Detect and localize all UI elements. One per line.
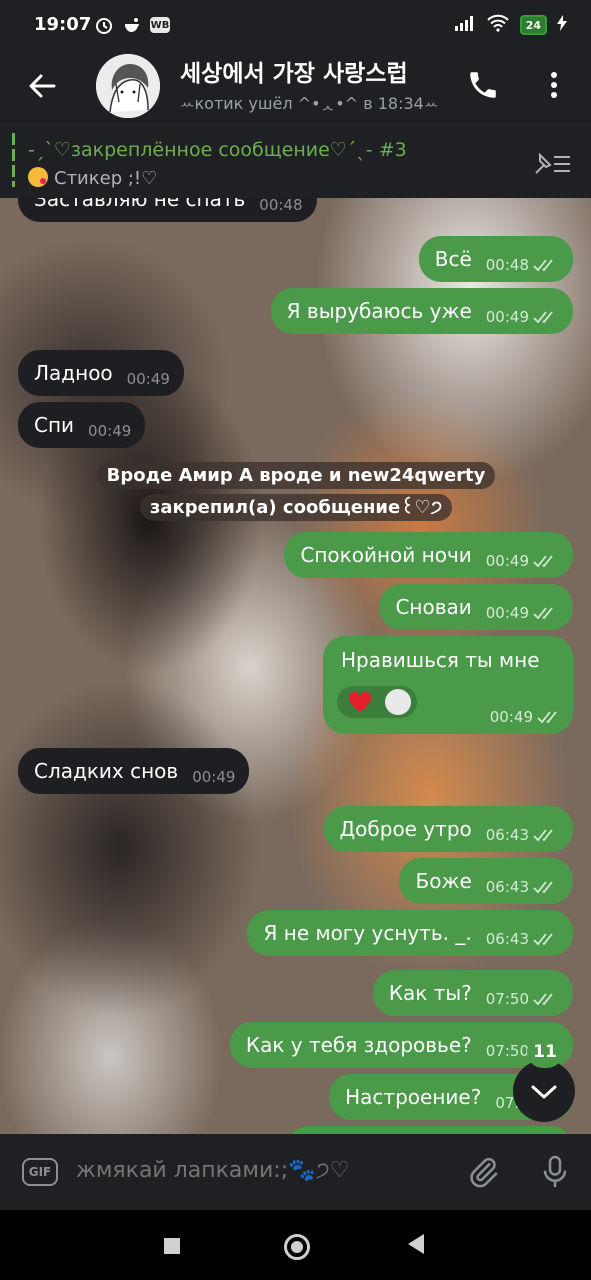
message-text: Я вырубаюсь уже: [286, 299, 472, 323]
message-bubble[interactable]: Ладноо 00:49: [18, 350, 184, 396]
pinned-preview: Стикер ;!♡: [28, 167, 157, 189]
battery-indicator: 24: [519, 15, 547, 35]
message-bubble[interactable]: Я не могу уснуть. _. 06:43: [247, 910, 573, 956]
status-right: 24: [454, 14, 567, 36]
reaction-chip[interactable]: [337, 686, 417, 718]
wifi-icon: [486, 14, 510, 36]
wb-icon: WB: [150, 17, 170, 33]
message-bubble[interactable]: Всё 00:48: [418, 236, 573, 282]
message-bubble[interactable]: Как ты? 07:50: [372, 970, 573, 1016]
message-text: Спокойной ночи: [300, 543, 472, 567]
read-ticks-icon: [533, 607, 553, 620]
cup-icon: [122, 15, 142, 35]
read-ticks-icon: [537, 711, 557, 724]
message-time: 00:49: [88, 422, 132, 440]
message-bubble[interactable]: Боже 06:43: [399, 858, 573, 904]
attach-icon[interactable]: [466, 1154, 500, 1190]
message-text: Сноваи: [395, 595, 472, 619]
message-time: 00:49: [485, 552, 529, 570]
back-arrow-icon[interactable]: [24, 68, 60, 104]
chevron-down-icon: [531, 1085, 557, 1099]
read-ticks-icon: [533, 555, 553, 568]
message-bubble[interactable]: Сладких снов 00:49: [18, 748, 250, 794]
message-text: Доброе утро: [339, 817, 472, 841]
chat-header: 세상에서 가장 사랑스럽 ꕀкотик ушёл ^•ᆺ•^ в 18:34ꕀ: [0, 50, 591, 124]
message-bubble[interactable]: Спи 00:49: [18, 402, 146, 448]
status-time: 19:07: [34, 14, 92, 35]
read-ticks-icon: [533, 993, 553, 1006]
message-text: Настроение?: [345, 1085, 482, 1109]
nav-back-icon[interactable]: [408, 1234, 424, 1254]
pinned-preview-text: Стикер ;!♡: [54, 168, 158, 189]
pinned-message-bar[interactable]: -ˏˋ♡закреплённое сообщение♡ˊˎ- #3 Стикер…: [0, 124, 591, 199]
message-time: 00:49: [485, 308, 529, 326]
heart-icon: [348, 691, 372, 712]
message-text: Как ты?: [388, 981, 472, 1005]
message-text: Боже: [415, 869, 472, 893]
message-text: Всё: [434, 247, 472, 271]
reaction-avatar: [385, 689, 411, 715]
mic-icon[interactable]: [540, 1154, 570, 1190]
message-text: Спи: [34, 413, 75, 437]
chat-messages[interactable]: Заставляю не спать 00:48 Всё 00:48 Я выр…: [0, 198, 591, 1134]
message-bubble[interactable]: Доброе утро 06:43: [323, 806, 573, 852]
pin-list-icon[interactable]: [532, 151, 572, 177]
phone-icon[interactable]: [466, 68, 500, 102]
charging-icon: [557, 15, 567, 35]
message-text: Нравишься ты мне: [341, 648, 540, 672]
message-time: 00:49: [485, 604, 529, 622]
read-ticks-icon: [533, 311, 553, 324]
message-bubble[interactable]: Заставляю не спать 00:48: [18, 198, 317, 222]
message-text: Как у тебя здоровье?: [245, 1033, 472, 1057]
message-time: 00:49: [126, 370, 170, 388]
message-time: 06:43: [485, 930, 529, 948]
message-bubble[interactable]: Сноваи 00:49: [379, 584, 573, 630]
status-icons: WB: [94, 15, 170, 35]
service-message-text: Вроде Амир А вроде и new24qwerty закрепи…: [96, 462, 496, 521]
status-bar: 19:07 WB 24: [0, 0, 591, 50]
system-nav-bar: [0, 1210, 591, 1280]
message-bubble-partial[interactable]: [287, 1126, 573, 1134]
pinned-indicator: [12, 133, 15, 187]
signal-icon: [454, 15, 476, 35]
message-time: 07:50: [485, 990, 529, 1008]
message-bubble[interactable]: Спокойной ночи 00:49: [284, 532, 573, 578]
kiss-emoji-icon: [28, 167, 48, 187]
home-icon[interactable]: [284, 1234, 310, 1260]
message-time: 00:49: [489, 708, 533, 726]
message-bubble-with-reaction[interactable]: Нравишься ты мне 00:49: [323, 636, 573, 734]
read-ticks-icon: [533, 259, 553, 272]
read-ticks-icon: [533, 881, 553, 894]
gif-button[interactable]: GIF: [22, 1158, 58, 1186]
alarm-icon: [94, 15, 114, 35]
message-text: Ладноо: [34, 361, 113, 385]
recents-icon[interactable]: [164, 1238, 180, 1254]
unread-badge: 11: [527, 1036, 563, 1068]
message-time: 00:48: [485, 256, 529, 274]
message-time: 06:43: [485, 826, 529, 844]
message-text: Заставляю не спать: [34, 198, 246, 211]
message-input[interactable]: [76, 1158, 446, 1183]
chat-title[interactable]: 세상에서 가장 사랑스럽: [180, 54, 442, 88]
more-vert-icon[interactable]: [540, 68, 568, 102]
chat-subtitle: ꕀкотик ушёл ^•ᆺ•^ в 18:34ꕀ: [180, 94, 439, 113]
message-time: 00:48: [259, 198, 303, 214]
read-ticks-icon: [533, 933, 553, 946]
scroll-down-button[interactable]: [513, 1060, 575, 1122]
service-message: Вроде Амир А вроде и new24qwerty закрепи…: [40, 460, 552, 524]
message-time: 07:50: [485, 1042, 529, 1060]
pinned-title: -ˏˋ♡закреплённое сообщение♡ˊˎ- #3: [28, 139, 407, 161]
message-text: Сладких снов: [34, 759, 179, 783]
read-ticks-icon: [533, 829, 553, 842]
avatar[interactable]: [96, 54, 160, 118]
message-time: 00:49: [192, 768, 236, 786]
message-bubble[interactable]: Я вырубаюсь уже 00:49: [270, 288, 573, 334]
message-composer: GIF: [0, 1134, 591, 1210]
message-time: 06:43: [485, 878, 529, 896]
message-text: Я не могу уснуть. _.: [263, 921, 472, 945]
